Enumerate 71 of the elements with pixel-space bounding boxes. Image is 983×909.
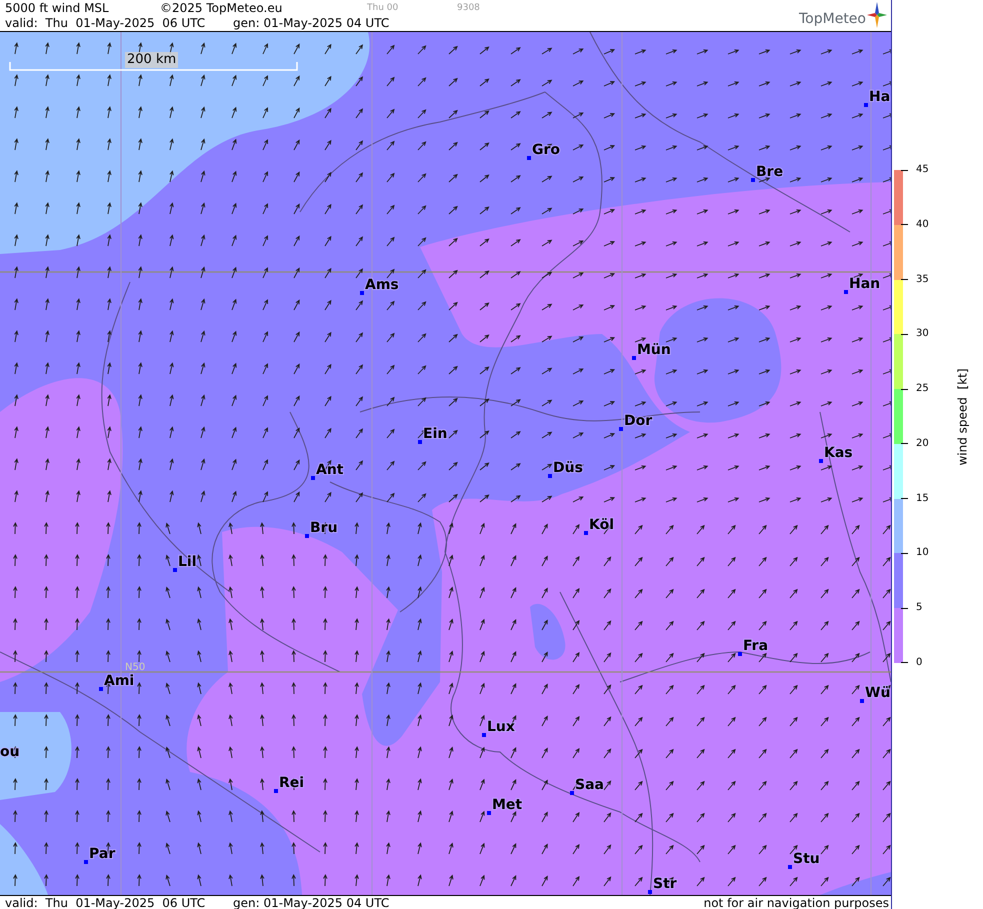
city-marker-icon	[274, 789, 278, 793]
city-label: Ams	[365, 277, 399, 293]
copyright-text: ©2025 TopMeteo.eu	[160, 0, 284, 14]
city-marker-icon	[860, 699, 864, 703]
city-marker-icon	[305, 534, 309, 538]
scale-tick-label: 25	[916, 383, 929, 396]
city-label: Gro	[532, 142, 560, 158]
generated-time-text: gen: 01-May-2025 04 UTC	[233, 896, 390, 909]
city-label: Lux	[487, 719, 515, 735]
city-marker-icon	[619, 427, 623, 431]
city-marker-icon	[844, 290, 848, 294]
latitude-label: N50	[125, 662, 146, 673]
city-marker-icon	[173, 568, 177, 572]
compass-star-icon	[867, 2, 887, 28]
city-marker-icon	[360, 291, 364, 295]
city-marker-icon	[548, 474, 552, 478]
city-marker-icon	[632, 356, 636, 360]
code-text: 9308	[457, 2, 480, 14]
legend-title: wind speed [kt]	[956, 368, 970, 466]
city-marker-icon	[99, 687, 103, 691]
city-label: Stu	[793, 851, 820, 867]
city-marker-icon	[487, 811, 491, 815]
city-label: Met	[492, 797, 522, 813]
city-label: Mün	[637, 342, 671, 358]
city-marker-icon	[751, 178, 755, 182]
scale-tick-label: 20	[916, 438, 929, 450]
logo-text: TopMeteo	[799, 11, 866, 27]
scale-label: 200 km	[125, 52, 178, 68]
city-marker-icon	[648, 890, 652, 894]
run-text: Thu 00	[367, 2, 400, 14]
city-label: Ami	[104, 673, 134, 689]
city-label: Par	[89, 846, 116, 862]
city-label: Kas	[824, 445, 853, 461]
city-marker-icon	[418, 440, 422, 444]
city-label: Han	[849, 276, 880, 292]
scale-bar-icon	[9, 62, 298, 71]
city-label: Wü	[865, 685, 890, 701]
scale-tick-label: 15	[916, 492, 929, 505]
city-marker-icon	[570, 791, 574, 795]
city-label: Saa	[575, 777, 604, 793]
scale-tick-label: 45	[916, 164, 929, 176]
city-marker-icon	[788, 865, 792, 869]
city-label: Str	[653, 876, 677, 892]
city-marker-icon	[527, 156, 531, 160]
scale-tick-label: 10	[916, 547, 929, 560]
city-marker-icon	[864, 103, 868, 107]
generated-time-text: gen: 01-May-2025 04 UTC	[233, 16, 390, 30]
scale-tick-label: 5	[916, 602, 922, 614]
city-marker-icon	[482, 733, 486, 737]
city-label: Ha	[869, 89, 890, 105]
city-label: Dor	[624, 413, 652, 429]
scale-tick-label: 40	[916, 218, 929, 231]
scale-tick-label: 35	[916, 274, 929, 286]
valid-time-text: valid: Thu 01-May-2025 06 UTC	[5, 896, 206, 909]
city-label: Ant	[316, 462, 344, 478]
city-marker-icon	[819, 459, 823, 463]
city-marker-icon	[584, 531, 588, 535]
city-label: Lil	[178, 554, 197, 570]
scale-tick-label: 0	[916, 656, 922, 669]
city-marker-icon	[738, 652, 742, 656]
map-title: 5000 ft wind MSL	[5, 0, 110, 14]
city-label: Fra	[743, 638, 768, 654]
city-label: Köl	[589, 517, 614, 533]
city-marker-icon	[311, 476, 315, 480]
city-marker-icon	[84, 860, 88, 864]
scale-tick-label: 30	[916, 328, 929, 340]
city-label: Düs	[553, 460, 583, 476]
city-label: Ein	[423, 426, 448, 442]
disclaimer-text: not for air navigation purposes	[704, 896, 890, 909]
valid-time-text: valid: Thu 01-May-2025 06 UTC	[5, 16, 206, 30]
city-label: Bre	[756, 164, 784, 180]
